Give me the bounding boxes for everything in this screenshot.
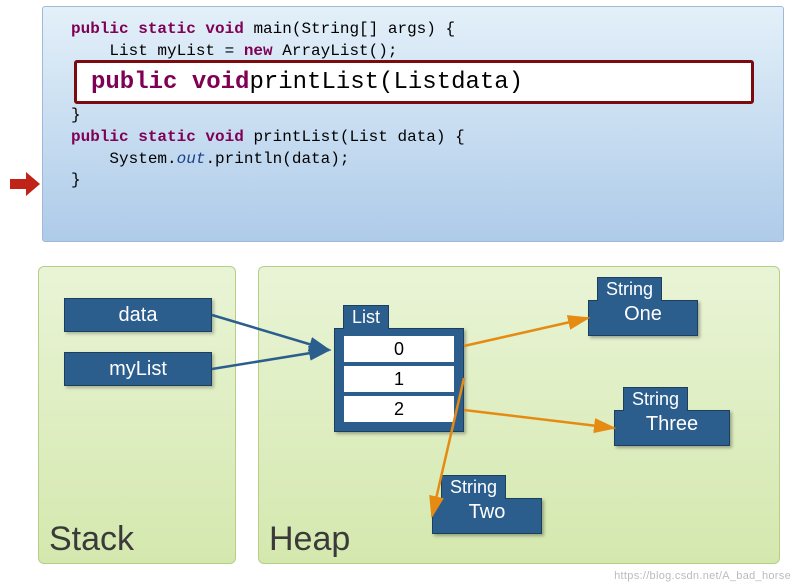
watermark: https://blog.csdn.net/A_bad_horse [614, 570, 791, 582]
code-line: List myList = new ArrayList(); [71, 41, 765, 63]
heap-string-object: StringTwo [432, 498, 542, 534]
list-slot: 1 [343, 365, 455, 393]
code-line: public static void main(String[] args) { [71, 19, 765, 41]
code-line: public static void printList(List data) … [71, 127, 765, 149]
heap-string-object: StringThree [614, 410, 730, 446]
heap-string-value: Two [433, 499, 541, 524]
code-line: System.out.println(data); [71, 149, 765, 171]
code-line: } [71, 105, 765, 127]
current-frame-signature: public void printList(List data) [74, 60, 754, 104]
heap-object-tab: String [623, 387, 688, 411]
heap-list-object: List 012 [334, 328, 464, 432]
heap-string-object: StringOne [588, 300, 698, 336]
list-slot: 2 [343, 395, 455, 423]
execution-pointer-icon [10, 172, 40, 196]
heap-object-tab: String [597, 277, 662, 301]
stack-var-data: data [64, 298, 212, 332]
code-panel: public static void main(String[] args) {… [42, 6, 784, 242]
stack-var-mylist: myList [64, 352, 212, 386]
heap-string-value: One [589, 301, 697, 326]
heap-string-value: Three [615, 411, 729, 436]
stack-title: Stack [49, 520, 134, 559]
heap-title: Heap [269, 520, 350, 559]
list-slot: 0 [343, 335, 455, 363]
heap-object-tab: List [343, 305, 389, 329]
heap-object-tab: String [441, 475, 506, 499]
code-line: } [71, 170, 765, 192]
